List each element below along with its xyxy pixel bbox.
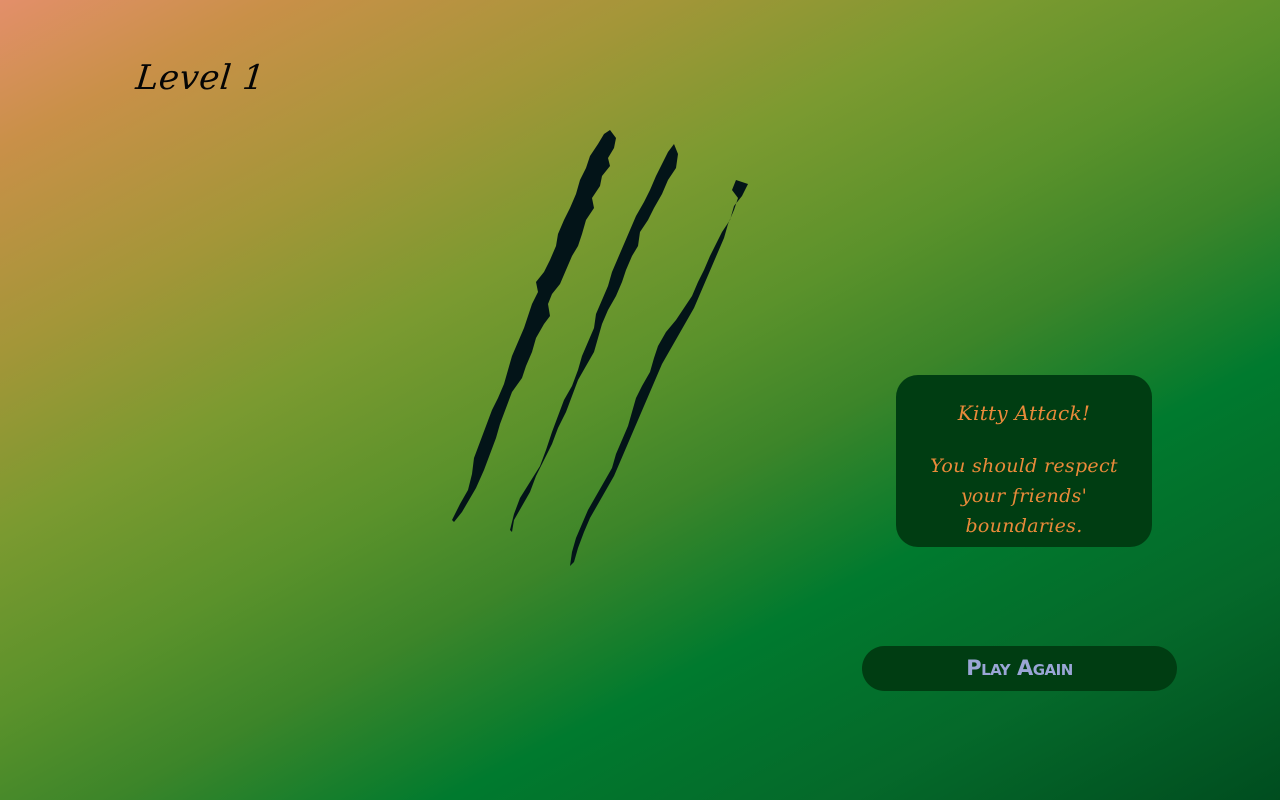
result-title: Kitty Attack! [957,401,1091,425]
result-card: Kitty Attack! You should respect your fr… [896,375,1152,547]
scratch-mark-right [570,180,748,566]
play-again-button[interactable]: Play Again [862,646,1177,691]
claw-scratch-icon [452,130,748,566]
scratch-mark-left [452,130,616,522]
level-title: Level 1 [133,58,267,98]
result-message: You should respect your friends' boundar… [930,455,1118,537]
